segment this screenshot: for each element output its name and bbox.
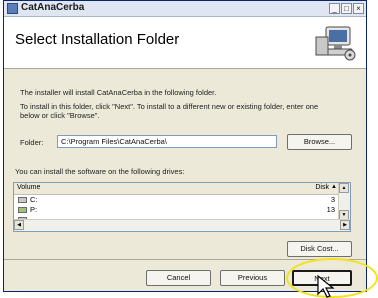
previous-button[interactable]: Previous — [220, 270, 285, 286]
disk-cost-button[interactable]: Disk Cost... — [287, 241, 352, 257]
network-drive-icon — [18, 207, 27, 213]
drive-name: P: — [30, 205, 38, 214]
intro-line-2b: below or click "Browse". — [20, 111, 100, 120]
volume-column-header[interactable]: Volume — [17, 184, 40, 191]
drives-list[interactable]: Volume Disk ▲ C: 3 P: 13 ▲ ▼ ◀ ▶ — [13, 182, 351, 232]
app-icon — [7, 3, 18, 14]
drive-disk-size: 13 — [326, 205, 335, 214]
intro-line-2a: To install in this folder, click "Next".… — [20, 102, 319, 111]
browse-button[interactable]: Browse... — [287, 134, 352, 150]
folder-path-input[interactable] — [57, 135, 277, 148]
list-item[interactable]: C: 3 — [14, 195, 339, 205]
window-title: CatAnaCerba — [21, 2, 85, 13]
list-item[interactable]: P: 13 — [14, 205, 339, 215]
hard-drive-icon — [18, 197, 27, 203]
scroll-right-icon[interactable]: ▶ — [340, 220, 350, 230]
drive-name: C: — [30, 195, 38, 204]
drive-disk-size: 3 — [330, 195, 335, 204]
drives-list-header: Volume Disk ▲ — [14, 183, 339, 195]
page-title: Select Installation Folder — [15, 31, 180, 48]
vertical-scrollbar[interactable]: ▲ ▼ — [338, 183, 350, 220]
sort-arrow-icon: ▲ — [331, 184, 337, 190]
cancel-button[interactable]: Cancel — [146, 270, 211, 286]
installer-window: CatAnaCerba _ □ × Select Installation Fo… — [3, 0, 367, 292]
computer-setup-icon — [315, 26, 356, 61]
intro-line-1: The installer will install CatAnaCerba i… — [20, 88, 217, 97]
close-button[interactable]: × — [353, 3, 364, 14]
folder-label: Folder: — [20, 138, 44, 147]
scroll-left-icon[interactable]: ◀ — [14, 220, 24, 230]
header-banner: Select Installation Folder — [4, 17, 366, 69]
horizontal-scrollbar[interactable]: ◀ ▶ — [14, 219, 350, 231]
title-bar[interactable]: CatAnaCerba _ □ × — [4, 1, 366, 17]
scroll-up-icon[interactable]: ▲ — [339, 183, 349, 193]
maximize-button[interactable]: □ — [341, 3, 352, 14]
drives-instruction: You can install the software on the foll… — [15, 167, 185, 176]
mouse-cursor-icon — [317, 274, 335, 298]
disk-column-header[interactable]: Disk — [315, 184, 329, 191]
minimize-button[interactable]: _ — [329, 3, 340, 14]
